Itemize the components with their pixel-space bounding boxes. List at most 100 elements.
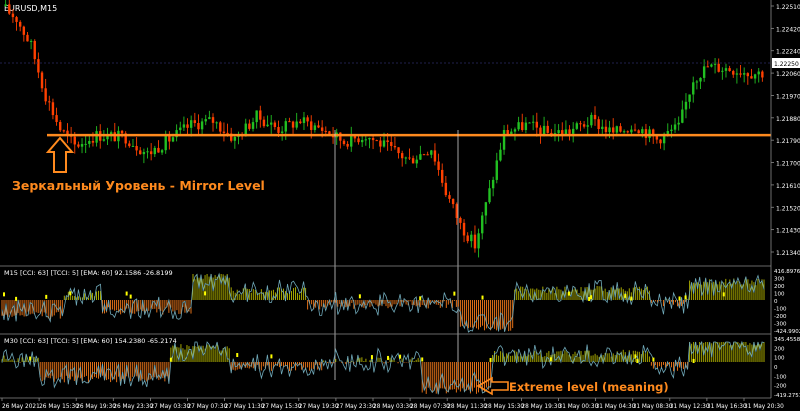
candle-body	[400, 153, 404, 159]
indicator-panel-m30[interactable]: M30 [CCI: 63] [TCCI: 5] [EMA: 60] 154.23…	[0, 333, 800, 399]
candle-body	[484, 202, 488, 216]
time-tick-label: 31 May 12:30	[670, 404, 710, 410]
candle-body	[702, 66, 706, 78]
candle-body	[95, 131, 98, 143]
candle-body	[259, 110, 262, 120]
time-tick-label: 27 May 11:30	[225, 404, 265, 410]
signal-dot	[69, 291, 72, 296]
candle-body	[310, 121, 313, 130]
candle-body	[426, 154, 429, 156]
candle-body	[739, 73, 742, 75]
candle-body	[448, 195, 451, 199]
time-tick-label: 31 May 00:30	[559, 404, 599, 410]
signal-dot	[387, 355, 390, 360]
indicator-tick-label: 100	[774, 356, 785, 362]
candle-body	[382, 140, 386, 147]
candle-body	[295, 121, 298, 128]
candle-body	[612, 127, 615, 133]
candle-body	[673, 124, 677, 130]
candle-body	[753, 74, 757, 79]
candle-body	[477, 233, 480, 249]
candle-body	[73, 136, 76, 145]
candle-body	[4, 4, 7, 7]
candle-body	[324, 130, 327, 132]
indicator-tick-label: 300	[774, 277, 785, 283]
candle-body	[84, 143, 87, 145]
candle-body	[255, 110, 258, 123]
indicator-tick-label: 200	[774, 346, 785, 352]
candle-body	[102, 139, 106, 141]
candle-body	[182, 124, 186, 128]
signal-dot	[370, 355, 373, 360]
candle-body	[251, 122, 255, 129]
time-axis: 26 May 2021 26 May 15:3026 May 19:3026 Ma…	[0, 397, 784, 410]
candle-body	[655, 135, 659, 140]
signal-dot	[652, 357, 655, 362]
signal-dot	[453, 291, 456, 296]
time-tick-label: 27 May 23:30	[336, 404, 376, 410]
candle-body	[481, 215, 484, 234]
candle-body	[193, 120, 197, 123]
candle-body	[317, 125, 320, 128]
candle-body	[513, 129, 517, 132]
signal-dot	[722, 292, 725, 297]
candle-body	[571, 128, 575, 134]
signal-dot	[692, 358, 695, 363]
signal-dot	[549, 357, 552, 362]
signal-dot	[684, 295, 687, 300]
time-tick-label: 28 May 15:30	[484, 404, 524, 410]
candle-body	[128, 143, 131, 147]
candle-body	[648, 129, 651, 138]
candle-body	[499, 149, 502, 161]
candle-body	[168, 135, 171, 142]
candle-body	[430, 150, 433, 155]
indicator-panel-m15[interactable]: M15 [CCI: 63] [TCCI: 5] [EMA: 60] 92.158…	[0, 265, 800, 335]
candle-body	[641, 129, 644, 134]
trading-chart[interactable]: EURUSD,M15 Зеркальный Уровень - Mirror L…	[0, 0, 800, 411]
candle-body	[368, 137, 371, 140]
current-price-label: 1.22250	[774, 61, 799, 68]
price-tick-label: 1.21880	[776, 116, 800, 123]
candle-body	[77, 144, 80, 147]
candle-body	[408, 157, 411, 159]
candle-body	[441, 169, 444, 183]
candle-body	[604, 126, 608, 133]
candle-body	[761, 71, 764, 78]
candle-body	[433, 150, 437, 162]
candle-body	[215, 122, 218, 124]
candle-body	[371, 137, 375, 141]
candle-body	[615, 126, 619, 133]
candle-body	[470, 234, 473, 242]
candle-body	[131, 145, 135, 147]
signal-dot	[15, 296, 18, 301]
signal-dot	[590, 295, 593, 300]
candle-body	[459, 217, 462, 223]
price-tick-label: 1.21340	[776, 250, 800, 257]
price-panel[interactable]: EURUSD,M15 Зеркальный Уровень - Mirror L…	[0, 0, 771, 380]
candle-body	[164, 135, 167, 151]
signal-dot	[636, 358, 639, 363]
candle-body	[582, 124, 586, 127]
candle-body	[179, 127, 182, 131]
candle-body	[37, 59, 40, 73]
signal-dot	[45, 294, 48, 299]
signal-dot	[567, 291, 570, 296]
indicator-tick-label: 416.8976	[774, 269, 800, 275]
candle-body	[288, 121, 291, 123]
candle-body	[717, 63, 720, 72]
candle-body	[302, 117, 306, 124]
candle-body	[419, 154, 422, 160]
signal-dot	[3, 292, 6, 297]
candle-body	[22, 26, 26, 35]
symbol-title: EURUSD,M15	[4, 4, 57, 13]
indicator-tick-label: -100	[774, 374, 787, 380]
time-tick-label: 28 May 11:30	[447, 404, 487, 410]
candle-body	[619, 126, 622, 132]
candle-body	[320, 127, 324, 131]
candle-body	[157, 147, 160, 153]
candle-body	[59, 121, 62, 131]
candle-body	[677, 122, 680, 125]
mirror-level-label: Зеркальный Уровень - Mirror Level	[12, 178, 265, 193]
candle-body	[397, 147, 400, 154]
candle-body	[473, 234, 477, 249]
